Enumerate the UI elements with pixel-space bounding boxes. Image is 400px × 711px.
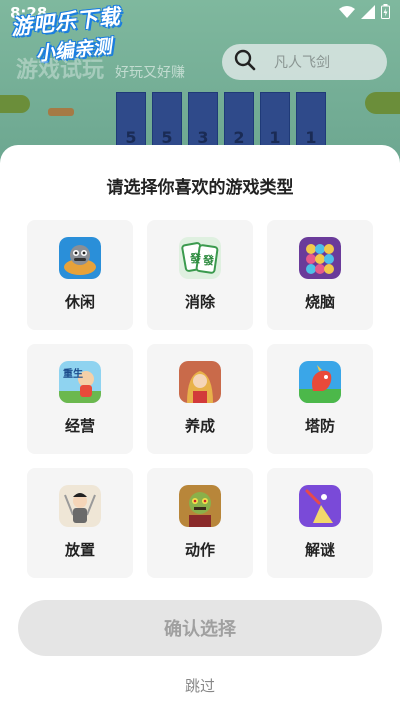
app-logo-text: 游戏试玩 bbox=[16, 58, 105, 83]
battery-icon bbox=[381, 4, 390, 23]
category-card-brain[interactable]: 烧脑 bbox=[267, 220, 373, 330]
number-tile: 1 bbox=[296, 92, 326, 152]
number-tile: 2 bbox=[224, 92, 254, 152]
svg-text:發: 發 bbox=[202, 253, 215, 267]
category-card-casual[interactable]: 休闲 bbox=[27, 220, 133, 330]
category-label: 塔防 bbox=[304, 417, 335, 435]
number-tile: 1 bbox=[260, 92, 290, 152]
category-label: 烧脑 bbox=[304, 293, 335, 311]
category-card-riddle[interactable]: 解谜 bbox=[267, 468, 373, 578]
search-input[interactable]: 凡人飞剑 bbox=[222, 44, 387, 80]
search-icon bbox=[234, 49, 256, 75]
signal-icon bbox=[361, 4, 375, 23]
number-tile: 3 bbox=[188, 92, 218, 152]
number-tile: 5 bbox=[152, 92, 182, 152]
wifi-icon bbox=[339, 4, 355, 23]
sheet-title: 请选择你喜欢的游戏类型 bbox=[106, 178, 294, 198]
number-tile: 5 bbox=[116, 92, 146, 152]
status-icons bbox=[339, 4, 390, 23]
category-label: 消除 bbox=[184, 293, 215, 311]
raft-decoration bbox=[48, 108, 74, 116]
svg-text:發: 發 bbox=[189, 251, 202, 265]
island-decoration bbox=[365, 92, 400, 114]
category-label: 放置 bbox=[64, 541, 95, 559]
category-label: 动作 bbox=[184, 541, 215, 559]
category-card-action[interactable]: 动作 bbox=[147, 468, 253, 578]
app-slogan: 好玩又好赚 bbox=[115, 65, 185, 81]
category-card-business[interactable]: 重生 经营 bbox=[27, 344, 133, 454]
category-card-idle[interactable]: 放置 bbox=[27, 468, 133, 578]
game-type-sheet: 请选择你喜欢的游戏类型 休闲 發 發 消除 烧脑 重生 经营 养成 塔防 放置 … bbox=[0, 145, 400, 711]
svg-text:重生: 重生 bbox=[63, 367, 83, 380]
category-card-tower-defense[interactable]: 塔防 bbox=[267, 344, 373, 454]
number-tiles: 5 5 3 2 1 1 bbox=[116, 92, 326, 152]
confirm-selection-button[interactable]: 确认选择 bbox=[18, 600, 382, 656]
idle-game-icon bbox=[59, 485, 101, 527]
category-card-raising[interactable]: 养成 bbox=[147, 344, 253, 454]
category-card-match[interactable]: 發 發 消除 bbox=[147, 220, 253, 330]
casual-game-icon bbox=[59, 237, 101, 279]
mahjong-tile-icon: 發 發 bbox=[179, 237, 221, 279]
riddle-ball-icon bbox=[299, 485, 341, 527]
action-zombie-icon bbox=[179, 485, 221, 527]
island-decoration bbox=[0, 95, 30, 113]
puzzle-dots-icon bbox=[299, 237, 341, 279]
category-label: 养成 bbox=[184, 417, 215, 435]
category-label: 解谜 bbox=[304, 541, 335, 559]
tower-defense-icon bbox=[299, 361, 341, 403]
skip-link[interactable]: 跳过 bbox=[0, 675, 400, 696]
business-sim-icon: 重生 bbox=[59, 361, 101, 403]
character-raising-icon bbox=[179, 361, 221, 403]
category-label: 经营 bbox=[64, 417, 95, 435]
category-label: 休闲 bbox=[64, 293, 95, 311]
category-grid: 休闲 發 發 消除 烧脑 重生 经营 养成 塔防 放置 动作 解谜 bbox=[27, 220, 374, 578]
search-placeholder: 凡人飞剑 bbox=[274, 55, 330, 71]
